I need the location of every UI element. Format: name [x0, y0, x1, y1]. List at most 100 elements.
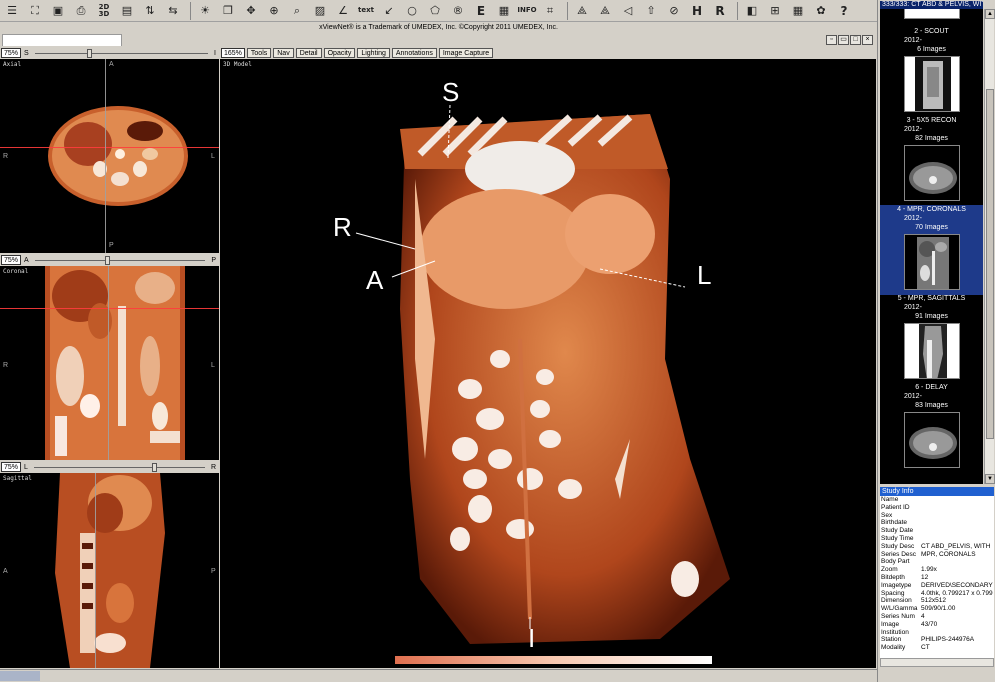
- palette-icon[interactable]: ✿: [811, 1, 831, 21]
- layout-1x1-icon[interactable]: ◧: [742, 1, 762, 21]
- 3d-nav-button[interactable]: Nav: [273, 48, 294, 58]
- axial-view[interactable]: Axial A P R L: [0, 59, 219, 253]
- study-info-value: [921, 527, 994, 535]
- copy-icon[interactable]: ❐: [218, 1, 238, 21]
- maximize-icon[interactable]: □: [850, 35, 861, 45]
- measure-icon[interactable]: ⟁: [572, 1, 592, 21]
- fullscreen-icon[interactable]: ⛶: [25, 1, 45, 21]
- list-icon[interactable]: ☰: [2, 1, 22, 21]
- axial-zoom-box[interactable]: 75%: [1, 48, 22, 58]
- series-item[interactable]: 2 - SCOUT 2012- 6 Images: [880, 27, 983, 117]
- image-icon[interactable]: ▨: [310, 1, 330, 21]
- coronal-scan-image: [45, 266, 185, 460]
- 3d-opacity-button[interactable]: Opacity: [323, 48, 356, 58]
- scroll-down-icon[interactable]: ▼: [985, 474, 995, 484]
- study-info-value: 12: [921, 573, 929, 581]
- sagittal-scan-image: [55, 473, 165, 668]
- coronal-zoom-box[interactable]: 75%: [1, 255, 22, 265]
- 3d-detail-button[interactable]: Detail: [295, 48, 322, 58]
- table-icon[interactable]: ▦: [494, 1, 514, 21]
- 3d-image-capture-button[interactable]: Image Capture: [438, 48, 494, 58]
- series-thumbnail[interactable]: [904, 234, 960, 290]
- registered-icon[interactable]: ®: [448, 1, 468, 21]
- series-label: 5 - MPR, SAGITTALS: [897, 295, 966, 302]
- status-tab[interactable]: [0, 671, 40, 681]
- series-item[interactable]: 4 - MPR, CORONALS 2012- 70 Images: [880, 205, 983, 295]
- text-tool[interactable]: text: [356, 1, 376, 21]
- flip-vertical-icon[interactable]: ⇅: [140, 1, 160, 21]
- sagittal-zoom-box[interactable]: 75%: [1, 462, 22, 472]
- magnify-icon[interactable]: ⌕: [287, 1, 307, 21]
- rocket-icon[interactable]: ⇧: [641, 1, 661, 21]
- flip-horizontal-icon[interactable]: ⇆: [163, 1, 183, 21]
- 3d-model-view[interactable]: 3D Model S R A L I: [220, 59, 876, 668]
- study-info-key: Zoom: [881, 566, 898, 574]
- series-thumbnail[interactable]: [904, 56, 960, 112]
- window-icon[interactable]: ▣: [48, 1, 68, 21]
- series-thumbnail[interactable]: [904, 9, 960, 19]
- minimize-icon[interactable]: ▭: [838, 35, 849, 45]
- chart-icon[interactable]: ⌗: [540, 1, 560, 21]
- 3d-lighting-button[interactable]: Lighting: [357, 48, 390, 58]
- cone-icon[interactable]: ◁: [618, 1, 638, 21]
- study-info-row: Birthdate: [880, 519, 994, 527]
- 3d-annotations-button[interactable]: Annotations: [391, 48, 437, 58]
- study-info-key: Study Time: [881, 534, 914, 542]
- sagittal-slider-thumb[interactable]: [151, 462, 157, 472]
- measure-alt-icon[interactable]: ⟁: [595, 1, 615, 21]
- series-item[interactable]: 3 - 5X5 RECON 2012- 82 Images: [880, 116, 983, 206]
- series-scrollbar[interactable]: ▲ ▼: [984, 9, 995, 484]
- scroll-up-icon[interactable]: ▲: [985, 9, 995, 19]
- letter-e-icon[interactable]: E: [471, 1, 491, 21]
- 3d-zoom-box[interactable]: 165%: [221, 48, 245, 58]
- series-item[interactable]: 5 - MPR, SAGITTALS 2012- 91 Images: [880, 294, 983, 384]
- zoom-icon[interactable]: ⊕: [264, 1, 284, 21]
- brightness-icon[interactable]: ☀: [195, 1, 215, 21]
- letter-h-icon[interactable]: H: [687, 1, 707, 21]
- close-icon[interactable]: ×: [862, 35, 873, 45]
- study-info-key: Sex: [881, 511, 893, 519]
- polygon-tool-icon[interactable]: ⬠: [425, 1, 445, 21]
- hide-icon[interactable]: ⊘: [664, 1, 684, 21]
- letter-r-icon[interactable]: R: [710, 1, 730, 21]
- sagittal-crosshair-vertical: [95, 473, 96, 668]
- restore-icon[interactable]: ▫: [826, 35, 837, 45]
- series-item[interactable]: 6 - DELAY 2012- 83 Images: [880, 383, 983, 473]
- angle-icon[interactable]: ∠: [333, 1, 353, 21]
- coronal-view[interactable]: Coronal I R L: [0, 266, 219, 460]
- document-tab[interactable]: [2, 34, 122, 46]
- ellipse-tool-icon[interactable]: ○: [402, 1, 422, 21]
- study-info-row: Study Desc CT ABD_PELVIS, WITH: [880, 543, 994, 551]
- series-thumbnail[interactable]: [904, 323, 960, 379]
- study-info-hscrollbar[interactable]: [880, 658, 994, 667]
- 3d-tools-button[interactable]: Tools: [246, 48, 272, 58]
- arrow-tool-icon[interactable]: ↙: [379, 1, 399, 21]
- study-info-value: 4.0thk, 0.799217 x 0.799: [921, 589, 993, 597]
- main-toolbar: ☰ ⛶ ▣ ⎙ 2D 3D ▤ ⇅ ⇆ ☀ ❐ ✥ ⊕ ⌕ ▨ ∠ text ↙ ○ ⬠ ® E ▦ INFO ⌗ ⟁ ⟁ ◁ ⇧ ⊘ H…: [0, 0, 877, 22]
- axial-slider-right-label: I: [214, 49, 216, 57]
- pan-icon[interactable]: ✥: [241, 1, 261, 21]
- study-info-key: Spacing: [881, 589, 905, 597]
- help-icon[interactable]: ?: [834, 1, 854, 21]
- 2d3d-toggle[interactable]: 2D 3D: [94, 1, 114, 21]
- orient-label-left: L: [697, 260, 712, 290]
- orient-label-anterior: A: [366, 265, 384, 295]
- series-thumbnail[interactable]: [904, 412, 960, 468]
- series-label: 3 - 5X5 RECON: [906, 117, 957, 124]
- print-icon[interactable]: ⎙: [71, 1, 91, 21]
- sagittal-slice-slider[interactable]: [33, 462, 205, 472]
- study-info-value: [921, 519, 994, 527]
- series-scroll-thumb[interactable]: [986, 89, 994, 439]
- axial-slice-slider[interactable]: [34, 48, 209, 58]
- layout-2x2-icon[interactable]: ⊞: [765, 1, 785, 21]
- sagittal-view[interactable]: Sagittal A P: [0, 473, 219, 668]
- coronal-view-bar: 75% A P: [0, 254, 219, 266]
- coronal-slider-thumb[interactable]: [104, 255, 110, 265]
- layout-3x3-icon[interactable]: ▦: [788, 1, 808, 21]
- axial-slider-thumb[interactable]: [86, 48, 92, 58]
- series-thumbnail[interactable]: [904, 145, 960, 201]
- layout-icon[interactable]: ▤: [117, 1, 137, 21]
- window-controls: ▫ ▭ □ ×: [826, 35, 873, 45]
- info-button[interactable]: INFO: [517, 1, 537, 21]
- coronal-slice-slider[interactable]: [34, 255, 206, 265]
